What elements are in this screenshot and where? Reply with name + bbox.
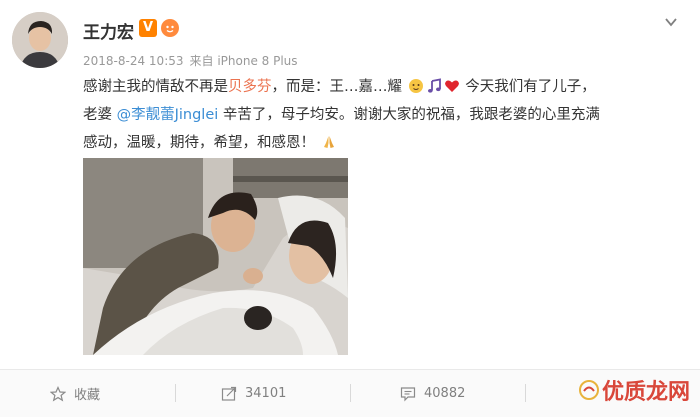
text-segment: ，而是：王…嘉…耀	[271, 79, 403, 95]
watermark-logo-icon	[578, 380, 599, 400]
comment-count: 40882	[424, 386, 466, 401]
divider	[175, 384, 176, 402]
divider	[525, 384, 526, 402]
text-segment: 老婆	[83, 107, 117, 123]
favorite-label: 收藏	[74, 388, 101, 403]
watermark-text: 优质龙网	[601, 380, 690, 405]
repost-button[interactable]: 34101	[221, 370, 286, 417]
post-timestamp[interactable]: 2018-8-24 10:53	[83, 54, 184, 68]
repost-icon	[221, 386, 237, 401]
comment-button[interactable]: 40882	[400, 370, 465, 417]
post-line-3: 感动，温暖，期待，希望，和感恩！	[83, 129, 683, 157]
repost-count: 34101	[245, 386, 287, 401]
badges: V	[139, 19, 179, 37]
text-segment: 辛苦了，母子均安。谢谢大家的祝福，我跟老婆的心里充满	[218, 107, 600, 123]
avatar[interactable]	[12, 12, 68, 68]
post-photo[interactable]	[83, 158, 348, 355]
post-source: 来自 iPhone 8 Plus	[189, 54, 298, 68]
divider	[350, 384, 351, 402]
verified-badge: V	[139, 19, 157, 37]
member-badge-icon	[161, 19, 179, 37]
comment-icon	[400, 386, 416, 401]
chevron-down-icon[interactable]	[664, 14, 678, 28]
text-segment: 感动，温暖，期待，希望，和感恩！	[83, 135, 315, 151]
red-heart-emoji	[444, 80, 459, 92]
favorite-button[interactable]: 收藏	[50, 370, 100, 417]
mention-link[interactable]: @李靓蕾Jinglei	[117, 107, 219, 123]
username[interactable]: 王力宏	[83, 18, 134, 43]
music-note-emoji	[427, 78, 441, 93]
post-line-2: 老婆 @李靓蕾Jinglei 辛苦了，母子均安。谢谢大家的祝福，我跟老婆的心里充…	[83, 101, 683, 129]
watermark: 优质龙网	[578, 374, 690, 406]
post-meta: 2018-8-24 10:53 来自 iPhone 8 Plus	[83, 52, 304, 69]
baby-face-emoji	[408, 79, 423, 93]
post-text: 感谢主我的情敌不再是贝多芬，而是：王…嘉…耀 今天我们有了儿子， 老婆 @李靓蕾…	[83, 73, 683, 157]
post-line-1: 感谢主我的情敌不再是贝多芬，而是：王…嘉…耀 今天我们有了儿子，	[83, 73, 683, 101]
praying-hands-emoji	[323, 136, 334, 148]
text-segment: 今天我们有了儿子，	[465, 79, 596, 95]
text-segment: 感谢主我的情敌不再是	[83, 79, 228, 95]
star-icon	[50, 385, 66, 401]
highlight-text: 贝多芬	[228, 79, 272, 95]
